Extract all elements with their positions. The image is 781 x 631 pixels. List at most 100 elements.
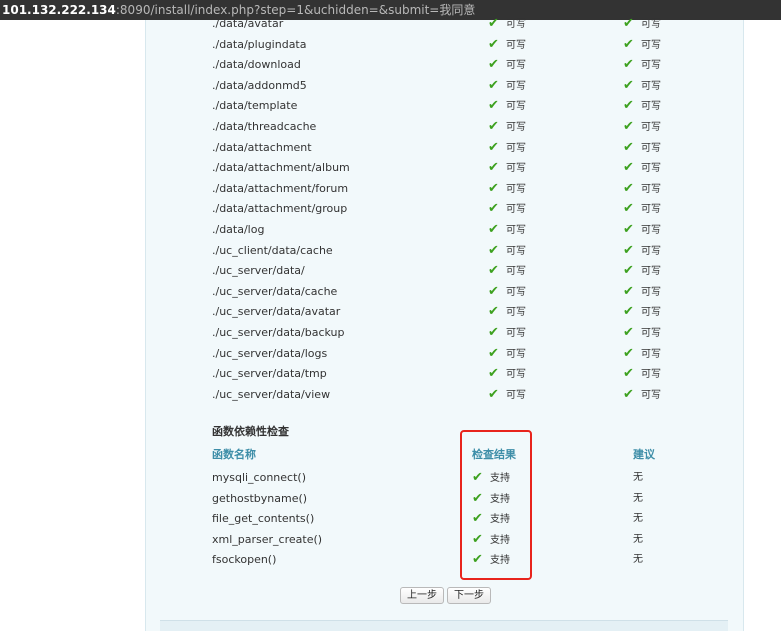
directory-path: ./data/plugindata [212,37,307,51]
required-status-label: 可写 [641,19,661,30]
required-status-label: 可写 [641,307,661,319]
check-icon: ✔ [488,304,499,320]
check-icon: ✔ [623,57,634,73]
current-status: ✔ 可写 [488,385,526,405]
check-icon: ✔ [623,304,634,320]
directory-path: ./uc_server/data/logs [212,346,328,360]
directory-row: ./data/attachment/group ✔ 可写 ✔ 可写 [212,199,682,219]
required-status: ✔ 可写 [623,220,661,240]
required-status-label: 可写 [641,142,661,154]
current-status: ✔ 可写 [488,117,526,137]
check-icon: ✔ [488,222,499,237]
current-status: ✔ 可写 [488,14,526,34]
directory-path: ./data/attachment/album [212,161,350,175]
current-status-label: 可写 [506,163,526,175]
current-status: ✔ 可写 [488,364,526,384]
required-status: ✔ 可写 [623,323,661,343]
function-row: file_get_contents() ✔ 支持无 [212,509,682,529]
check-icon: ✔ [488,119,499,134]
check-icon: ✔ [488,57,499,73]
directory-row: ./uc_server/data/ ✔ 可写 ✔ 可写 [212,261,682,281]
next-step-button[interactable]: 下一步 [447,587,491,604]
current-status-label: 可写 [506,122,526,133]
required-status: ✔ 可写 [623,199,661,219]
check-icon: ✔ [623,242,634,258]
check-icon: ✔ [623,325,634,340]
required-status-label: 可写 [641,163,661,175]
directory-path: ./uc_server/data/avatar [212,305,341,319]
required-status: ✔ 可写 [623,302,661,322]
function-row: fsockopen() ✔ 支持无 [212,550,682,570]
required-status: ✔ 可写 [623,344,661,364]
directory-row: ./data/attachment/forum ✔ 可写 ✔ 可写 [212,179,682,199]
check-icon: ✔ [623,98,634,114]
check-icon: ✔ [488,201,499,217]
required-status: ✔ 可写 [623,55,661,75]
directory-row: ./data/threadcache ✔ 可写 ✔ 可写 [212,117,682,137]
directory-row: ./uc_server/data/avatar ✔ 可写 ✔ 可写 [212,302,682,322]
directory-path: ./data/log [212,223,265,236]
check-icon: ✔ [488,366,499,382]
current-status: ✔ 可写 [488,220,526,240]
current-status: ✔ 可写 [488,261,526,281]
directory-row: ./uc_server/data/view ✔ 可写 ✔ 可写 [212,385,682,405]
required-status-label: 可写 [641,39,661,51]
directory-row: ./data/avatar ✔ 可写 ✔ 可写 [212,14,682,34]
current-status: ✔ 可写 [488,158,526,178]
prev-step-button[interactable]: 上一步 [400,587,444,604]
check-icon: ✔ [623,386,634,402]
required-status: ✔ 可写 [623,364,661,384]
current-status: ✔ 可写 [488,76,526,96]
check-icon: ✔ [488,325,499,340]
directory-path: ./data/addonmd5 [212,78,307,92]
check-icon: ✔ [488,345,499,361]
directory-path: ./data/attachment [212,140,312,154]
required-status-label: 可写 [641,266,661,278]
check-icon: ✔ [488,242,499,258]
current-status: ✔ 可写 [488,282,526,302]
required-status-label: 可写 [641,122,661,133]
current-status-label: 可写 [506,369,526,381]
directory-row: ./uc_server/data/tmp ✔ 可写 ✔ 可写 [212,364,682,384]
highlight-box [460,430,532,580]
current-status-label: 可写 [506,348,526,360]
required-status: ✔ 可写 [623,76,661,96]
function-name: fsockopen() [212,553,277,567]
function-suggestion: 无 [633,492,643,504]
check-icon: ✔ [488,180,499,196]
check-icon: ✔ [488,139,499,155]
column-header-suggestion: 建议 [633,448,655,461]
required-status: ✔ 可写 [623,241,661,261]
required-status-label: 可写 [641,60,661,72]
check-icon: ✔ [623,180,634,196]
required-status: ✔ 可写 [623,96,661,116]
required-status: ✔ 可写 [623,282,661,302]
current-status: ✔ 可写 [488,323,526,343]
directory-row: ./data/plugindata ✔ 可写 ✔ 可写 [212,35,682,55]
directory-path: ./data/threadcache [212,120,317,133]
required-status: ✔ 可写 [623,35,661,55]
check-icon: ✔ [623,77,634,93]
required-status: ✔ 可写 [623,138,661,158]
current-status-label: 可写 [506,39,526,51]
check-icon: ✔ [623,283,634,299]
check-icon: ✔ [623,222,634,237]
required-status: ✔ 可写 [623,117,661,137]
url-host: 101.132.222.134 [2,3,116,17]
function-suggestion: 无 [633,513,643,525]
current-status-label: 可写 [506,183,526,195]
required-status-label: 可写 [641,204,661,216]
function-name: gethostbyname() [212,491,308,505]
directory-row: ./data/addonmd5 ✔ 可写 ✔ 可写 [212,76,682,96]
current-status-label: 可写 [506,307,526,319]
required-status-label: 可写 [641,389,661,401]
directory-path: ./data/avatar [212,17,284,30]
function-name: mysqli_connect() [212,471,306,484]
directory-path: ./data/attachment/group [212,202,348,216]
current-status: ✔ 可写 [488,302,526,322]
directory-row: ./uc_client/data/cache ✔ 可写 ✔ 可写 [212,241,682,261]
current-status: ✔ 可写 [488,55,526,75]
check-icon: ✔ [488,98,499,114]
directory-row: ./data/template ✔ 可写 ✔ 可写 [212,96,682,116]
required-status-label: 可写 [641,80,661,92]
